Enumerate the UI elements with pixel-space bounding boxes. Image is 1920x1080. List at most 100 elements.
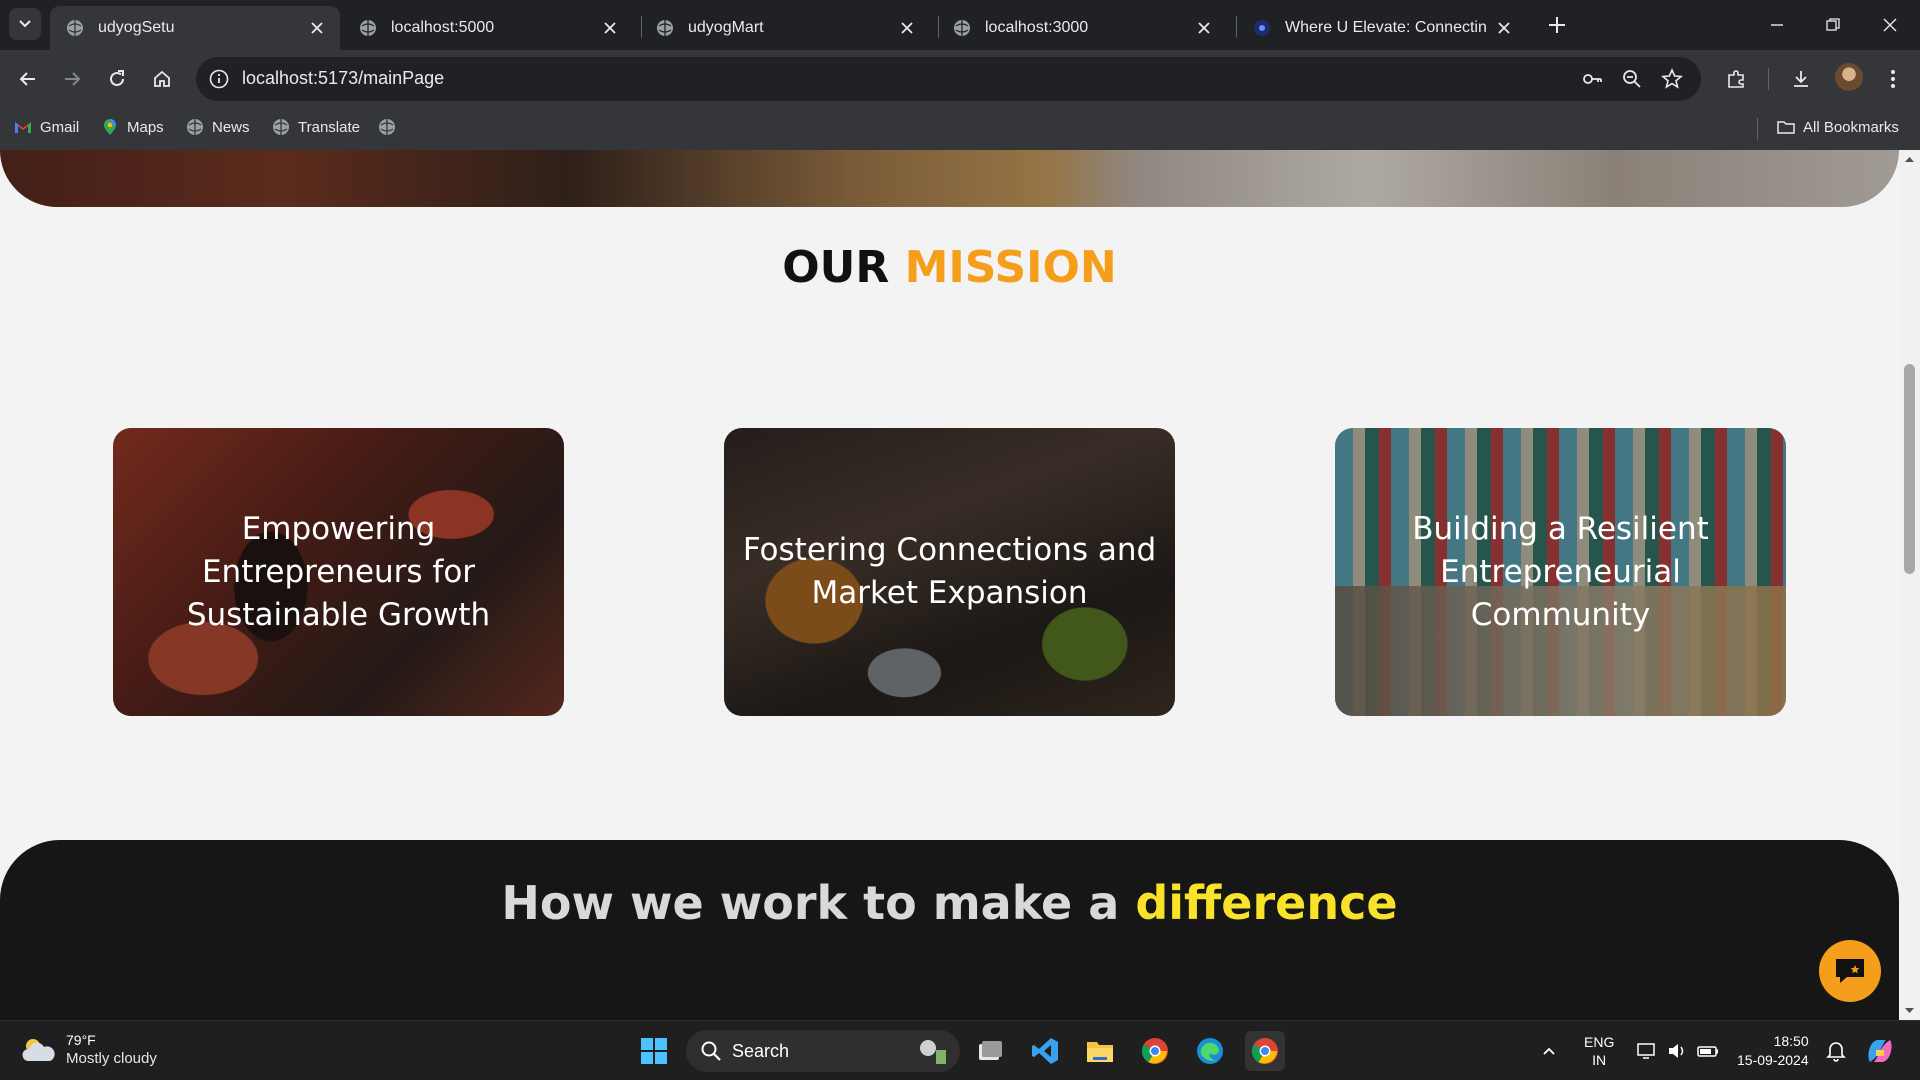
globe-icon bbox=[67, 20, 83, 36]
close-icon[interactable] bbox=[1495, 19, 1513, 37]
profile-avatar[interactable] bbox=[1835, 63, 1863, 91]
close-icon bbox=[1883, 18, 1897, 32]
bell-icon bbox=[1826, 1042, 1846, 1062]
task-view-button[interactable] bbox=[970, 1031, 1010, 1071]
minimize-button[interactable] bbox=[1764, 12, 1790, 38]
how-we-work-heading: How we work to make a difference bbox=[0, 876, 1899, 930]
close-icon[interactable] bbox=[308, 19, 326, 37]
hero-image-bottom bbox=[0, 150, 1899, 207]
tab-title: udyogMart bbox=[688, 19, 764, 36]
chat-button[interactable] bbox=[1819, 940, 1881, 1002]
tab-title: Where U Elevate: Connecting ne bbox=[1285, 19, 1487, 36]
globe-icon bbox=[273, 119, 289, 135]
close-icon[interactable] bbox=[601, 19, 619, 37]
bookmark-untitled[interactable] bbox=[378, 118, 404, 136]
volume-icon bbox=[1669, 1044, 1684, 1058]
battery-icon bbox=[1697, 1046, 1718, 1057]
reload-button[interactable] bbox=[102, 64, 132, 94]
copilot-button[interactable] bbox=[1864, 1021, 1896, 1080]
start-button[interactable] bbox=[634, 1031, 674, 1071]
language-code: ENG bbox=[1584, 1034, 1615, 1050]
tab-title: localhost:3000 bbox=[985, 19, 1089, 36]
download-icon bbox=[1794, 71, 1808, 87]
site-logo-icon bbox=[1254, 20, 1270, 36]
bookmark-label: News bbox=[212, 118, 250, 136]
bookmark-gmail[interactable]: Gmail bbox=[14, 118, 79, 136]
close-icon[interactable] bbox=[1195, 19, 1213, 37]
extensions-button[interactable] bbox=[1722, 65, 1750, 93]
tab-localhost-3000[interactable]: localhost:3000 bbox=[937, 6, 1227, 50]
restore-button[interactable] bbox=[1820, 12, 1846, 38]
weather-widget[interactable]: 79°F Mostly cloudy bbox=[20, 1031, 157, 1068]
chrome-taskbar-button[interactable] bbox=[1135, 1031, 1175, 1071]
language-indicator[interactable]: ENG IN bbox=[1584, 1021, 1614, 1080]
new-tab-plus-icon[interactable] bbox=[1544, 12, 1570, 38]
bookmark-translate[interactable]: Translate bbox=[272, 118, 360, 136]
bookmark-star-icon[interactable] bbox=[1661, 68, 1683, 90]
partly-cloudy-icon bbox=[22, 1038, 55, 1061]
notifications-button[interactable] bbox=[1826, 1021, 1846, 1080]
minimize-icon bbox=[1771, 24, 1783, 26]
language-region: IN bbox=[1592, 1052, 1607, 1068]
chrome-profile-taskbar-button[interactable] bbox=[1245, 1031, 1285, 1071]
chat-bubble-icon bbox=[1836, 959, 1864, 983]
clock-time: 18:50 bbox=[1773, 1033, 1809, 1049]
all-bookmarks-button[interactable]: All Bookmarks bbox=[1777, 118, 1899, 136]
zoom-icon[interactable] bbox=[1621, 68, 1643, 90]
close-icon[interactable] bbox=[898, 19, 916, 37]
search-highlight-icon bbox=[920, 1040, 946, 1064]
tab-search-button[interactable] bbox=[9, 8, 41, 40]
folder-icon bbox=[1777, 121, 1795, 134]
puzzle-icon bbox=[1728, 70, 1744, 88]
mission-card-empowering[interactable]: Empowering Entrepreneurs for Sustainable… bbox=[113, 428, 564, 716]
address-bar[interactable]: localhost:5173/mainPage bbox=[196, 57, 1701, 101]
back-button[interactable] bbox=[13, 64, 43, 94]
bookmark-news[interactable]: News bbox=[186, 118, 250, 136]
page-viewport: OUR MISSION Empowering Entrepreneurs for… bbox=[0, 150, 1920, 1020]
home-icon bbox=[154, 70, 170, 87]
system-status-icons[interactable] bbox=[1636, 1021, 1720, 1080]
downloads-button[interactable] bbox=[1787, 65, 1815, 93]
maps-pin-icon bbox=[104, 119, 116, 135]
bookmark-maps[interactable]: Maps bbox=[101, 118, 164, 136]
reload-icon bbox=[110, 70, 124, 86]
mission-card-connections[interactable]: Fostering Connections and Market Expansi… bbox=[724, 428, 1175, 716]
forward-button[interactable] bbox=[57, 64, 87, 94]
copilot-icon bbox=[1868, 1040, 1892, 1062]
mission-heading-accent: MISSION bbox=[904, 242, 1117, 293]
folder-icon bbox=[1087, 1042, 1113, 1062]
file-explorer-button[interactable] bbox=[1080, 1031, 1120, 1071]
gmail-icon bbox=[15, 122, 31, 133]
browser-menu-button[interactable] bbox=[1879, 65, 1907, 93]
tab-localhost-5000[interactable]: localhost:5000 bbox=[343, 6, 633, 50]
clock-date: 15-09-2024 bbox=[1737, 1052, 1809, 1068]
globe-icon bbox=[379, 119, 395, 135]
edge-icon bbox=[1197, 1038, 1223, 1064]
edge-taskbar-button[interactable] bbox=[1190, 1031, 1230, 1071]
how-we-work-section bbox=[0, 840, 1899, 1020]
globe-icon bbox=[187, 119, 203, 135]
tab-where-u-elevate[interactable]: Where U Elevate: Connecting ne bbox=[1237, 6, 1527, 50]
url-text[interactable]: localhost:5173/mainPage bbox=[242, 68, 444, 89]
bookmark-label: Gmail bbox=[40, 118, 80, 136]
taskbar-search[interactable]: Search bbox=[686, 1030, 960, 1072]
tab-udyogmart[interactable]: udyogMart bbox=[640, 6, 930, 50]
bookmark-label: Maps bbox=[127, 118, 164, 136]
browser-toolbar: localhost:5173/mainPage bbox=[0, 50, 1920, 108]
scroll-down-arrow-icon[interactable] bbox=[1904, 1005, 1915, 1016]
tab-udyogsetu[interactable]: udyogSetu bbox=[50, 6, 340, 50]
task-view-icon bbox=[979, 1041, 1002, 1060]
vscode-taskbar-button[interactable] bbox=[1025, 1031, 1065, 1071]
site-info-icon[interactable] bbox=[208, 68, 230, 90]
home-button[interactable] bbox=[147, 64, 177, 94]
scrollbar-thumb[interactable] bbox=[1904, 364, 1915, 574]
tray-overflow-button[interactable] bbox=[1541, 1021, 1557, 1080]
page-scrollbar[interactable] bbox=[1899, 150, 1920, 1020]
scroll-up-arrow-icon[interactable] bbox=[1904, 154, 1915, 165]
close-window-button[interactable] bbox=[1877, 12, 1903, 38]
password-key-icon[interactable] bbox=[1581, 68, 1603, 90]
globe-icon bbox=[954, 20, 970, 36]
mission-card-community[interactable]: Building a Resilient Entrepreneurial Com… bbox=[1335, 428, 1786, 716]
clock[interactable]: 18:50 15-09-2024 bbox=[1737, 1021, 1809, 1080]
globe-icon bbox=[657, 20, 673, 36]
